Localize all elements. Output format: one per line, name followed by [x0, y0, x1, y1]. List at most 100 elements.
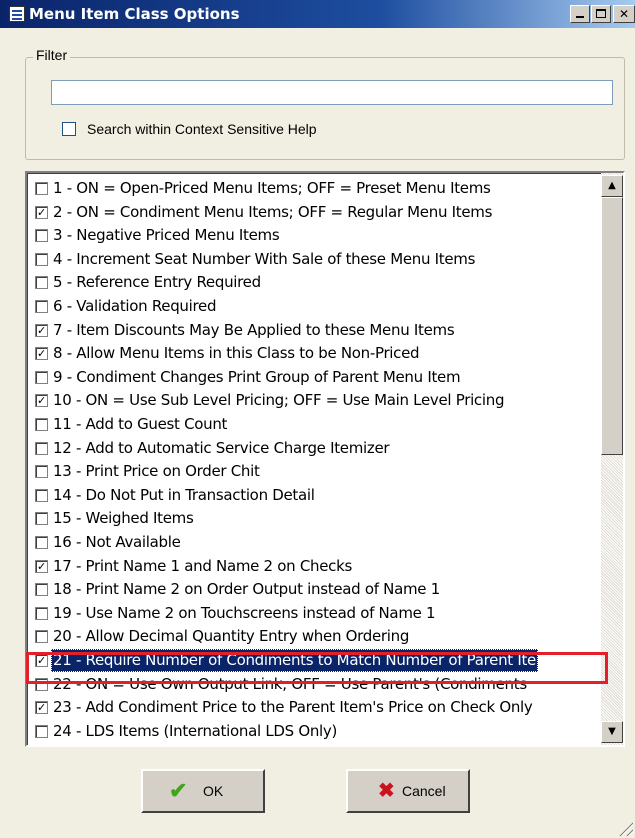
option-row[interactable]: 18 - Print Name 2 on Order Output instea…: [35, 578, 593, 601]
option-checkbox[interactable]: ✓: [35, 323, 48, 337]
option-row[interactable]: ✓ 2 - ON = Condiment Menu Items; OFF = Re…: [35, 201, 593, 224]
option-row[interactable]: 24 - LDS Items (International LDS Only): [35, 720, 593, 743]
option-row[interactable]: 15 - Weighed Items: [35, 507, 593, 530]
arrow-up-icon: ▲: [608, 180, 616, 191]
option-label: 18 - Print Name 2 on Order Output instea…: [53, 580, 440, 599]
option-label: 5 - Reference Entry Required: [53, 273, 261, 292]
title-bar[interactable]: Menu Item Class Options ✕: [0, 0, 635, 28]
option-row[interactable]: ✓ 23 - Add Condiment Price to the Parent …: [35, 696, 593, 719]
option-label: 8 - Allow Menu Items in this Class to be…: [53, 344, 420, 363]
listbox-scrollbar[interactable]: ▲ ▼: [601, 173, 623, 745]
option-row[interactable]: 13 - Print Price on Order Chit: [35, 460, 593, 483]
option-label: 15 - Weighed Items: [53, 509, 194, 528]
option-row[interactable]: ✓ 21 - Require Number of Condiments to Ma…: [35, 649, 593, 672]
option-row[interactable]: 22 - ON = Use Own Output Link; OFF = Use…: [35, 673, 593, 696]
option-checkbox[interactable]: [35, 512, 48, 526]
option-checkbox[interactable]: [35, 441, 48, 455]
option-label: 11 - Add to Guest Count: [53, 415, 228, 433]
ok-button[interactable]: ✔ OK: [141, 769, 265, 813]
option-checkbox[interactable]: [35, 182, 48, 195]
option-checkbox[interactable]: [35, 677, 48, 691]
option-row[interactable]: ✓ 17 - Print Name 1 and Name 2 on Checks: [35, 555, 593, 578]
option-label: 1 - ON = Open-Priced Menu Items; OFF = P…: [53, 179, 491, 197]
option-checkbox[interactable]: [35, 606, 48, 620]
option-checkbox[interactable]: [35, 252, 48, 266]
option-label: 13 - Print Price on Order Chit: [53, 462, 260, 481]
window-app-icon: [9, 6, 25, 22]
option-row[interactable]: 20 - Allow Decimal Quantity Entry when O…: [35, 625, 593, 648]
option-label: 14 - Do Not Put in Transaction Detail: [53, 485, 315, 504]
option-label: 20 - Allow Decimal Quantity Entry when O…: [53, 627, 410, 646]
option-row[interactable]: 19 - Use Name 2 on Touchscreens instead …: [35, 602, 593, 625]
option-label: 7 - Item Discounts May Be Applied to the…: [53, 320, 455, 339]
filter-input[interactable]: [51, 80, 613, 105]
option-row[interactable]: ✓ 7 - Item Discounts May Be Applied to th…: [35, 319, 593, 342]
option-label: 2 - ON = Condiment Menu Items; OFF = Reg…: [53, 202, 493, 221]
option-label: 9 - Condiment Changes Print Group of Par…: [53, 367, 461, 386]
cancel-label: Cancel: [402, 783, 446, 799]
option-row[interactable]: ✓ 10 - ON = Use Sub Level Pricing; OFF = …: [35, 389, 593, 412]
option-row[interactable]: 9 - Condiment Changes Print Group of Par…: [35, 366, 593, 389]
minimize-button[interactable]: [570, 5, 590, 23]
option-checkbox[interactable]: [35, 370, 48, 384]
option-checkbox[interactable]: [35, 465, 48, 479]
option-label: 19 - Use Name 2 on Touchscreens instead …: [53, 603, 436, 622]
option-row[interactable]: 1 - ON = Open-Priced Menu Items; OFF = P…: [35, 177, 593, 200]
option-checkbox[interactable]: [35, 630, 48, 644]
search-help-label: Search within Context Sensitive Help: [87, 121, 317, 137]
option-checkbox[interactable]: ✓: [35, 205, 48, 219]
option-label: 21 - Require Number of Condiments to Mat…: [51, 649, 538, 672]
close-icon: ✕: [618, 7, 630, 21]
option-row[interactable]: 6 - Validation Required: [35, 295, 593, 318]
menu-item-class-options-dialog: Menu Item Class Options ✕ Filter Search …: [0, 0, 635, 838]
option-checkbox[interactable]: [35, 583, 48, 597]
scroll-down-button[interactable]: ▼: [601, 721, 623, 743]
search-help-checkbox[interactable]: [62, 122, 76, 136]
option-row[interactable]: 5 - Reference Entry Required: [35, 271, 593, 294]
option-label: 4 - Increment Seat Number With Sale of t…: [53, 249, 476, 268]
option-checkbox[interactable]: [35, 418, 48, 431]
option-checkbox[interactable]: [35, 276, 48, 290]
option-row[interactable]: 3 - Negative Priced Menu Items: [35, 224, 593, 247]
scroll-up-button[interactable]: ▲: [601, 175, 623, 197]
options-listbox[interactable]: 1 - ON = Open-Priced Menu Items; OFF = P…: [25, 171, 625, 747]
option-checkbox[interactable]: [35, 488, 48, 502]
filter-legend: Filter: [33, 47, 71, 63]
option-checkbox[interactable]: [35, 229, 48, 243]
option-label: 10 - ON = Use Sub Level Pricing; OFF = U…: [53, 391, 505, 410]
close-button[interactable]: ✕: [613, 5, 635, 23]
option-label: 16 - Not Available: [53, 533, 181, 551]
option-label: 23 - Add Condiment Price to the Parent I…: [53, 698, 533, 717]
option-checkbox[interactable]: [35, 300, 48, 313]
option-label: 3 - Negative Priced Menu Items: [53, 226, 280, 245]
cancel-button[interactable]: ✖ Cancel: [346, 769, 470, 813]
option-label: 12 - Add to Automatic Service Charge Ite…: [53, 438, 390, 457]
option-checkbox[interactable]: ✓: [35, 654, 48, 667]
option-row[interactable]: 12 - Add to Automatic Service Charge Ite…: [35, 437, 593, 460]
option-checkbox[interactable]: ✓: [35, 394, 48, 408]
arrow-down-icon: ▼: [608, 726, 616, 737]
option-checkbox[interactable]: [35, 536, 48, 549]
minimize-icon: [576, 16, 584, 18]
option-checkbox[interactable]: ✓: [35, 347, 48, 361]
x-icon: ✖: [378, 780, 395, 802]
option-label: 17 - Print Name 1 and Name 2 on Checks: [53, 556, 352, 575]
option-checkbox[interactable]: ✓: [35, 559, 48, 573]
option-checkbox[interactable]: [35, 724, 48, 738]
option-row[interactable]: 16 - Not Available: [35, 531, 593, 554]
resize-grip[interactable]: [617, 820, 633, 836]
option-row[interactable]: 11 - Add to Guest Count: [35, 413, 593, 436]
maximize-icon: [596, 9, 606, 18]
checkmark-icon: ✔: [169, 778, 188, 803]
window-title: Menu Item Class Options: [29, 5, 240, 23]
filter-group: [25, 57, 625, 160]
option-row[interactable]: ✓ 8 - Allow Menu Items in this Class to b…: [35, 342, 593, 365]
maximize-button[interactable]: [591, 5, 611, 23]
ok-label: OK: [203, 783, 224, 799]
option-label: 22 - ON = Use Own Output Link; OFF = Use…: [53, 674, 527, 693]
option-checkbox[interactable]: ✓: [35, 701, 48, 715]
option-label: 6 - Validation Required: [53, 297, 217, 315]
scroll-thumb[interactable]: [601, 197, 623, 455]
option-row[interactable]: 4 - Increment Seat Number With Sale of t…: [35, 248, 593, 271]
option-row[interactable]: 14 - Do Not Put in Transaction Detail: [35, 484, 593, 507]
